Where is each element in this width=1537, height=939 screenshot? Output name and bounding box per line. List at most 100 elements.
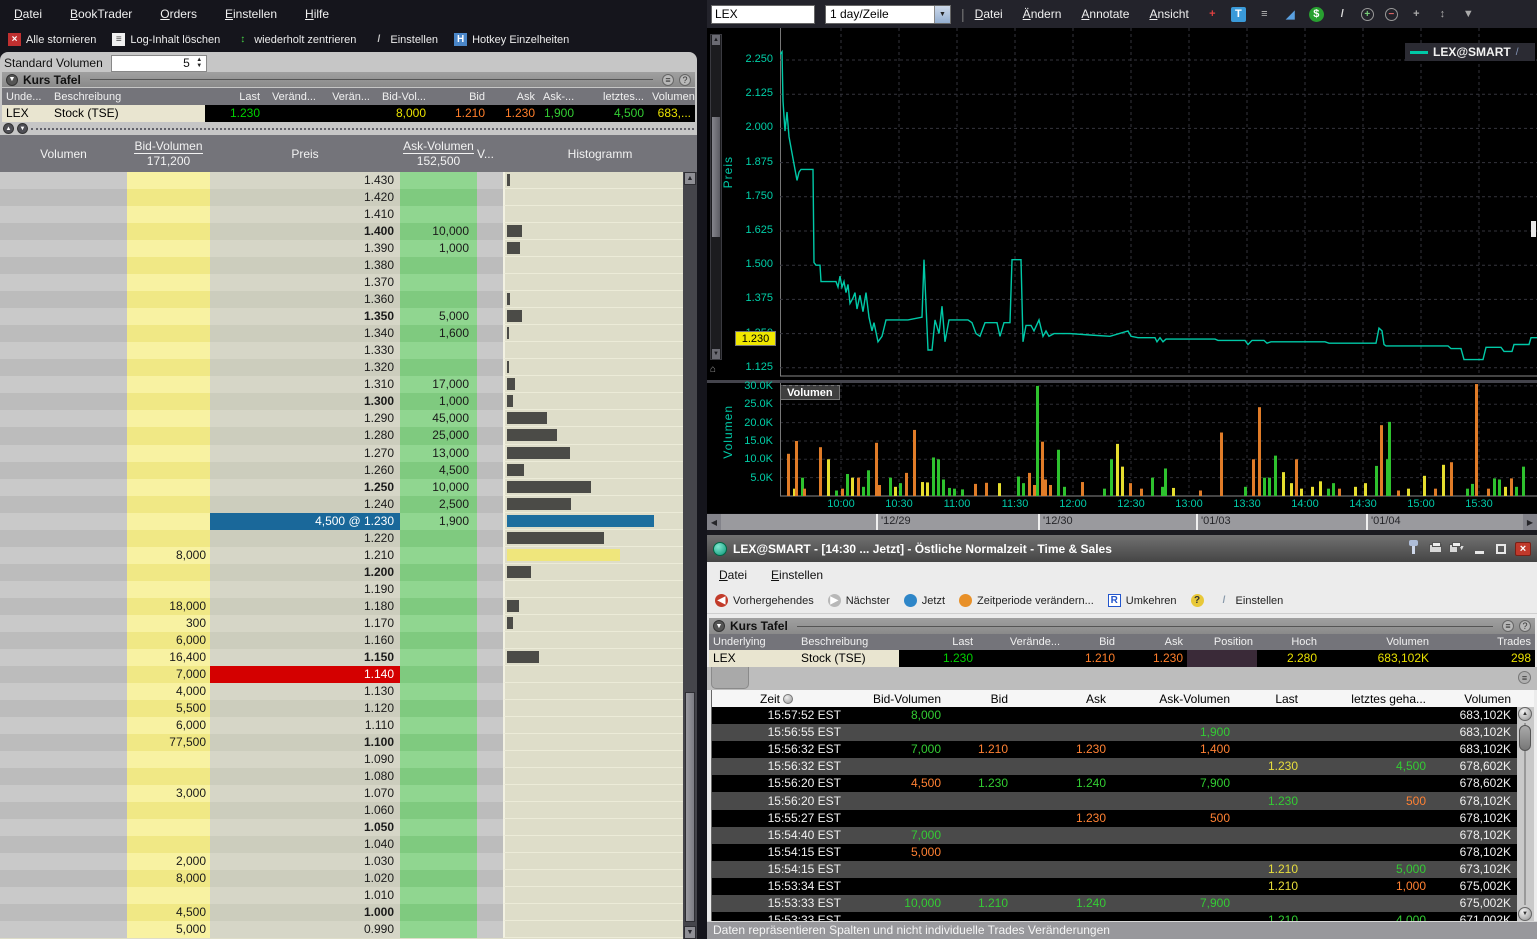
minimize-icon[interactable]	[1471, 542, 1487, 556]
ladder-v-cell[interactable]	[477, 904, 503, 921]
quote-table-row[interactable]: LEXStock (TSE)1.2308,0001.2101.2301,9004…	[2, 105, 695, 122]
ladder-price-cell[interactable]: 1.060	[210, 802, 400, 819]
ladder-row[interactable]: 3,0001.070	[0, 785, 683, 802]
ladder-ask-volume-cell[interactable]	[400, 547, 477, 564]
ladder-v-cell[interactable]	[477, 479, 503, 496]
ladder-bid-volume-cell[interactable]	[127, 427, 210, 444]
ladder-price-cell[interactable]: 1.020	[210, 870, 400, 887]
ladder-price-cell[interactable]: 1.040	[210, 836, 400, 853]
ladder-bid-volume-cell[interactable]	[127, 479, 210, 496]
ladder-v-cell[interactable]	[477, 172, 503, 189]
ladder-price-cell[interactable]: 1.190	[210, 581, 400, 598]
period-select[interactable]: 1 day/Zeile ▼	[825, 5, 951, 24]
ladder-price-cell[interactable]: 1.080	[210, 768, 400, 785]
ladder-volume-cell[interactable]	[0, 513, 127, 530]
ladder-bid-volume-cell[interactable]: 3,000	[127, 785, 210, 802]
ladder-row[interactable]: 1.200	[0, 564, 683, 581]
ladder-v-cell[interactable]	[477, 615, 503, 632]
zoom-in-icon[interactable]: +	[1361, 8, 1374, 21]
ladder-bid-volume-cell[interactable]	[127, 291, 210, 308]
ladder-bid-volume-cell[interactable]	[127, 530, 210, 547]
ladder-volume-cell[interactable]	[0, 717, 127, 734]
trades-row[interactable]: 15:56:32 EST1.2304,500678,602K	[712, 758, 1517, 775]
ladder-row[interactable]: 1.3001,000	[0, 393, 683, 410]
trades-header-cell[interactable]: Bid-Volumen	[847, 692, 947, 706]
ladder-price-cell[interactable]: 1.010	[210, 887, 400, 904]
ladder-ask-volume-cell[interactable]	[400, 649, 477, 666]
trades-header-cell[interactable]: Volumen	[1432, 692, 1517, 706]
ladder-row[interactable]: 1.370	[0, 274, 683, 291]
ladder-bid-volume-header[interactable]: Bid-Volumen 171,200	[127, 135, 210, 172]
change-period-button[interactable]: Zeitperiode verändern...	[959, 594, 1094, 607]
ladder-bid-volume-cell[interactable]	[127, 308, 210, 325]
ladder-row[interactable]: 1.190	[0, 581, 683, 598]
ladder-row[interactable]: 1.010	[0, 887, 683, 904]
ladder-v-cell[interactable]	[477, 717, 503, 734]
ladder-bid-volume-cell[interactable]	[127, 751, 210, 768]
ladder-ask-volume-cell[interactable]	[400, 359, 477, 376]
ladder-ask-volume-cell[interactable]	[400, 734, 477, 751]
ladder-row[interactable]: 1.060	[0, 802, 683, 819]
trades-row[interactable]: 15:55:27 EST1.230500678,102K	[712, 810, 1517, 827]
ladder-v-cell[interactable]	[477, 189, 503, 206]
trades-header-cell[interactable]: Ask	[1014, 692, 1112, 706]
ladder-ask-volume-cell[interactable]: 10,000	[400, 223, 477, 240]
ladder-row[interactable]: 1.3901,000	[0, 240, 683, 257]
ladder-row[interactable]: 2,0001.030	[0, 853, 683, 870]
trades-row[interactable]: 15:56:32 EST7,0001.2101.2301,400683,102K	[712, 741, 1517, 758]
ladder-bid-volume-cell[interactable]	[127, 359, 210, 376]
ladder-price-cell[interactable]: 1.330	[210, 342, 400, 359]
ladder-volume-cell[interactable]	[0, 666, 127, 683]
ladder-price-cell[interactable]: 1.420	[210, 189, 400, 206]
now-button[interactable]: Jetzt	[904, 594, 945, 607]
ladder-bid-volume-cell[interactable]	[127, 581, 210, 598]
menu-hilfe[interactable]: Hilfe	[305, 7, 329, 21]
text-tool-icon[interactable]: T	[1231, 7, 1246, 22]
ladder-bid-volume-cell[interactable]: 77,500	[127, 734, 210, 751]
move-tool-icon[interactable]: +	[1205, 7, 1220, 22]
price-chart[interactable]	[780, 28, 1537, 382]
ladder-ask-volume-cell[interactable]: 25,000	[400, 427, 477, 444]
ladder-volume-cell[interactable]	[0, 853, 127, 870]
ladder-ask-volume-cell[interactable]	[400, 887, 477, 904]
chart-menu-ansicht[interactable]: Ansicht	[1149, 7, 1188, 21]
ladder-v-cell[interactable]	[477, 632, 503, 649]
vertical-arrows-icon[interactable]: ↕	[236, 33, 249, 46]
help-icon[interactable]: ?	[679, 74, 691, 86]
ladder-price-cell[interactable]: 1.120	[210, 700, 400, 717]
scroll-left-icon[interactable]: ◀	[707, 514, 721, 530]
ladder-ask-volume-cell[interactable]	[400, 836, 477, 853]
ladder-v-cell[interactable]	[477, 462, 503, 479]
unlock-icon[interactable]: ⌂	[710, 364, 722, 378]
ladder-v-cell[interactable]	[477, 530, 503, 547]
reverse-icon[interactable]: R	[1108, 594, 1121, 607]
ladder-price-cell[interactable]: 1.170	[210, 615, 400, 632]
ladder-bid-volume-cell[interactable]: 18,000	[127, 598, 210, 615]
ladder-bid-volume-cell[interactable]	[127, 887, 210, 904]
ladder-row[interactable]: 1.080	[0, 768, 683, 785]
ladder-row[interactable]: 1.25010,000	[0, 479, 683, 496]
ladder-ask-volume-cell[interactable]	[400, 581, 477, 598]
scroll-right-icon[interactable]: ▶	[1523, 514, 1537, 530]
ladder-bid-volume-cell[interactable]	[127, 836, 210, 853]
ladder-bid-volume-cell[interactable]	[127, 564, 210, 581]
ladder-ask-volume-cell[interactable]	[400, 598, 477, 615]
ladder-v-cell[interactable]	[477, 445, 503, 462]
ladder-bid-volume-cell[interactable]	[127, 342, 210, 359]
ladder-volume-cell[interactable]	[0, 462, 127, 479]
trades-row[interactable]: 15:57:52 EST8,000683,102K	[712, 707, 1517, 724]
ladder-volume-cell[interactable]	[0, 802, 127, 819]
ladder-volume-cell[interactable]	[0, 291, 127, 308]
ladder-v-cell[interactable]	[477, 206, 503, 223]
ladder-bid-volume-cell[interactable]: 8,000	[127, 870, 210, 887]
ladder-bid-volume-cell[interactable]	[127, 445, 210, 462]
ladder-volume-cell[interactable]	[0, 376, 127, 393]
ladder-ask-volume-cell[interactable]: 2,500	[400, 496, 477, 513]
ladder-bid-volume-cell[interactable]	[127, 496, 210, 513]
wrench-icon[interactable]: ≡	[662, 74, 674, 86]
ladder-ask-volume-header[interactable]: Ask-Volumen 152,500	[400, 135, 477, 172]
scroll-down-icon[interactable]: ▼	[1518, 907, 1532, 921]
wrench-icon[interactable]: ≡	[1502, 620, 1514, 632]
ladder-v-cell[interactable]	[477, 427, 503, 444]
ladder-v-cell[interactable]	[477, 513, 503, 530]
